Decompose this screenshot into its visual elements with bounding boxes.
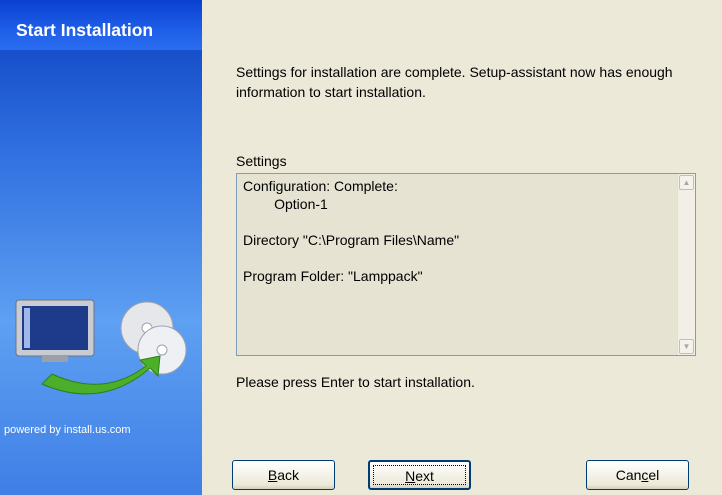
title-bar: Start Installation [0,0,202,50]
focus-rect [373,465,466,485]
settings-textbox[interactable]: Configuration: Complete: Option-1 Direct… [236,173,696,356]
scroll-up-icon[interactable]: ▲ [679,175,694,190]
sidebar-panel: Start Installation powered by install.us… [0,0,202,495]
back-accelerator: B [267,467,278,483]
computer-with-discs-icon [15,299,187,395]
powered-by-text: powered by install.us.com [4,424,131,436]
main-panel: Settings for installation are complete. … [202,0,722,495]
settings-content: Configuration: Complete: Option-1 Direct… [243,178,460,284]
cancel-button[interactable]: Cancel [586,460,689,490]
settings-scrollbar[interactable]: ▲ ▼ [677,174,695,355]
scroll-down-icon[interactable]: ▼ [679,339,694,354]
back-button[interactable]: Back [232,460,335,490]
intro-text: Settings for installation are complete. … [236,64,673,100]
next-button[interactable]: Next [368,460,471,490]
enter-prompt-text: Please press Enter to start installation… [236,374,475,390]
window-title: Start Installation [16,20,154,40]
settings-label: Settings [236,153,287,169]
